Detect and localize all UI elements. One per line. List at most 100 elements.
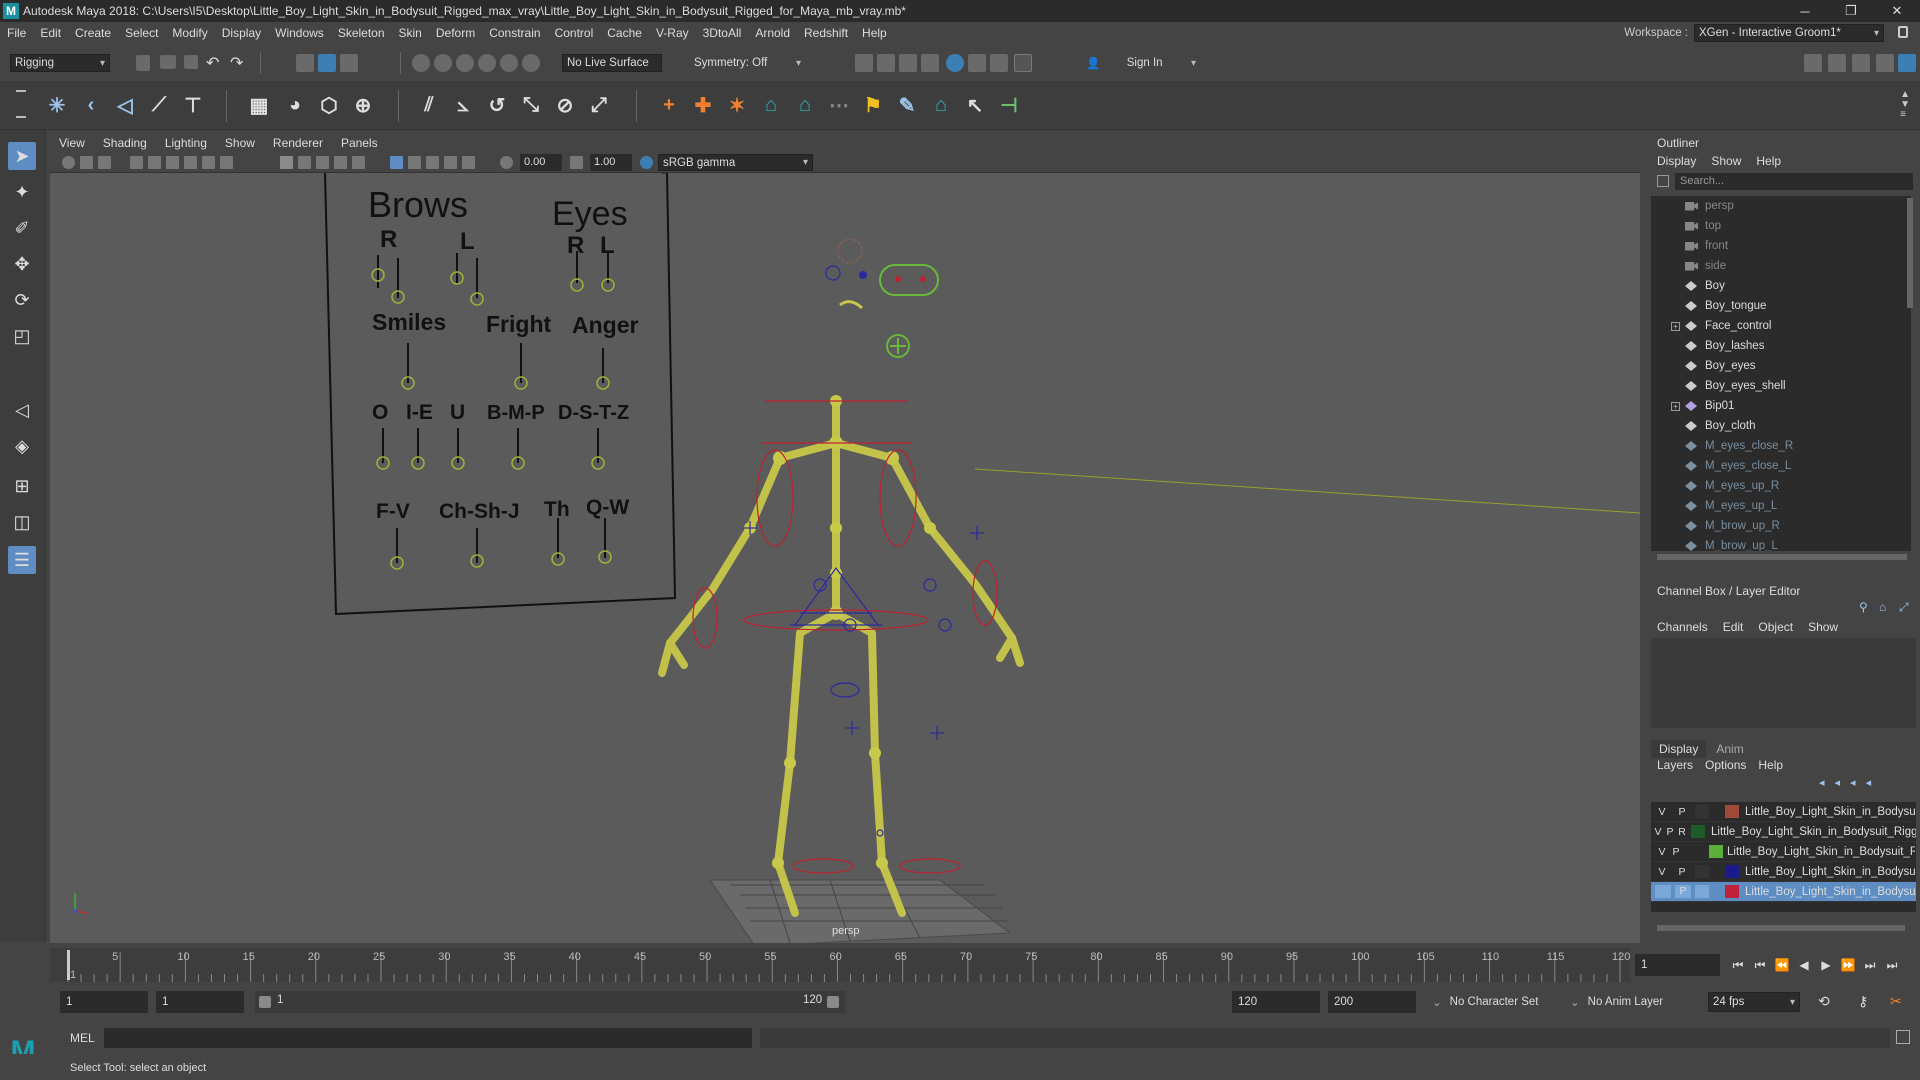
outliner-item-boy-lashes[interactable]: Boy_lashes [1651,336,1911,356]
outliner-item-m-eyes-up-r[interactable]: M_eyes_up_R [1651,476,1911,496]
parent-constraint-icon[interactable]: ⊘ [552,92,578,118]
render-setup-icon[interactable] [968,54,986,72]
attribute-editor-icon[interactable] [1852,54,1870,72]
script-editor-icon[interactable] [1896,1030,1910,1044]
wireframe-icon[interactable] [280,156,293,169]
expand-icon[interactable]: + [1671,401,1680,411]
step-forward-frame-icon[interactable]: ⏩ [1840,957,1856,973]
current-frame-field[interactable]: 1 [1635,954,1720,976]
camera-select-icon[interactable] [62,156,75,169]
redo-icon[interactable]: ↷ [230,53,243,73]
hik-skeleton-icon[interactable]: + [656,92,682,118]
human-ik-icon[interactable]: ⌂ [758,92,784,118]
outliner-item-bip01[interactable]: + Bip01 [1651,396,1911,416]
layer-row[interactable]: V P Little_Boy_Light_Skin_in_Bodysuit [1651,862,1916,882]
ik-spline-icon[interactable]: ◁ [112,92,138,118]
channelbox-menu-channels[interactable]: Channels [1657,620,1708,634]
layer-row[interactable]: V P Little_Boy_Light_Skin_in_Bodysuit_Ri [1651,842,1916,862]
layer-playback[interactable]: P [1675,806,1689,818]
layer-action-icons[interactable]: ◂◂◂◂ [1819,776,1881,789]
layer-playback[interactable]: P [1675,866,1689,878]
channelbox-menu-object[interactable]: Object [1758,620,1793,634]
xray-icon[interactable] [408,156,421,169]
hik-define-icon[interactable]: ✚ [690,92,716,118]
render-view-icon[interactable] [855,54,873,72]
paint-weights-icon[interactable]: ◕ [282,92,308,118]
open-scene-icon[interactable] [160,55,176,69]
layer-visibility[interactable]: V [1655,846,1669,858]
layer-display-type[interactable] [1695,805,1709,818]
move-tool-icon[interactable]: ✥ [8,250,36,278]
outliner-menu-display[interactable]: Display [1657,154,1696,168]
lattice-icon[interactable]: ⬡ [316,92,342,118]
channelbox-menu-show[interactable]: Show [1808,620,1838,634]
character-set-dropdown[interactable]: ⌄ No Character Set [1432,991,1582,1013]
menu-display[interactable]: Display [215,26,268,40]
animation-start-field[interactable]: 1 [60,991,148,1013]
four-view-icon[interactable]: ⊞ [8,472,36,500]
layer-menu-help[interactable]: Help [1758,758,1783,772]
channel-box-icon[interactable] [1898,54,1916,72]
exposure-icon[interactable] [500,156,513,169]
outliner-item-side[interactable]: side [1651,256,1911,276]
go-to-end-icon[interactable]: ⏭ [1884,957,1900,973]
layer-reference[interactable]: R [1675,826,1689,838]
modeling-toolkit-icon[interactable] [1804,54,1822,72]
backface-icon[interactable] [444,156,457,169]
panel-menu-renderer[interactable]: Renderer [264,136,332,150]
render-settings-icon[interactable] [921,54,939,72]
maximize-icon[interactable]: ❐ [1828,0,1874,22]
film-gate-icon[interactable] [202,156,215,169]
cluster-icon[interactable]: ⊕ [350,92,376,118]
menu-arnold[interactable]: Arnold [748,26,797,40]
panel-menu-shading[interactable]: Shading [94,136,156,150]
live-surface-field[interactable]: No Live Surface [562,54,662,72]
scale-tool-icon[interactable]: ◰ [8,322,36,350]
tool-settings-icon[interactable] [1876,54,1894,72]
orient-constraint-icon[interactable]: ↺ [484,92,510,118]
exposure-field[interactable]: 0.00 [520,154,562,171]
menu-help[interactable]: Help [855,26,894,40]
range-end-handle[interactable] [827,996,839,1008]
grid-toggle-icon[interactable] [184,156,197,169]
menu-create[interactable]: Create [68,26,118,40]
outliner-layout-icon[interactable]: ☰ [8,546,36,574]
outliner-menu-show[interactable]: Show [1711,154,1741,168]
gamma-field[interactable]: 1.00 [590,154,632,171]
layer-color-swatch[interactable] [1725,865,1739,878]
hypershade-icon[interactable] [946,54,964,72]
mel-label[interactable]: MEL [70,1031,95,1045]
menu-modify[interactable]: Modify [165,26,214,40]
ik-handle-icon[interactable]: ‹ [78,92,104,118]
menu-edit[interactable]: Edit [33,26,68,40]
outliner-item-boy-cloth[interactable]: Boy_cloth [1651,416,1911,436]
expand-icon[interactable]: + [1671,321,1680,331]
menu-cache[interactable]: Cache [600,26,649,40]
outliner-item-front[interactable]: front [1651,236,1911,256]
last-tool-icon[interactable]: ◁ [8,396,36,424]
layer-display-type[interactable] [1695,865,1709,878]
isolate-select-icon[interactable] [390,156,403,169]
channelbox-menu-edit[interactable]: Edit [1723,620,1744,634]
outliner-item-m-brow-up-l[interactable]: M_brow_up_L [1651,536,1911,551]
make-live-icon[interactable] [522,54,540,72]
select-object-icon[interactable] [318,54,336,72]
sign-in-dropdown[interactable]: 👤 Sign In [1082,54,1200,72]
paint-select-icon[interactable]: ✐ [8,214,36,242]
menu-skeleton[interactable]: Skeleton [331,26,392,40]
menu-control[interactable]: Control [548,26,601,40]
layer-visibility[interactable]: V [1655,866,1669,878]
workspace-dropdown[interactable]: XGen - Interactive Groom1* [1694,24,1884,42]
colorspace-dropdown[interactable]: sRGB gamma [658,154,813,171]
render-current-icon[interactable] [877,54,895,72]
xray-joints-icon[interactable] [426,156,439,169]
menu-3dtoall[interactable]: 3DtoAll [696,26,749,40]
empty-slot-icon[interactable]: ⋯ [826,92,852,118]
create-joints-icon[interactable]: ✳ [44,92,70,118]
snap-curve-icon[interactable] [434,54,452,72]
layer-playback[interactable]: P [1675,885,1691,898]
lock-icon[interactable] [1898,26,1908,38]
step-back-key-icon[interactable]: ⏮ [1752,957,1768,973]
range-start-handle[interactable] [259,996,271,1008]
fps-dropdown[interactable]: 24 fps [1708,992,1800,1012]
